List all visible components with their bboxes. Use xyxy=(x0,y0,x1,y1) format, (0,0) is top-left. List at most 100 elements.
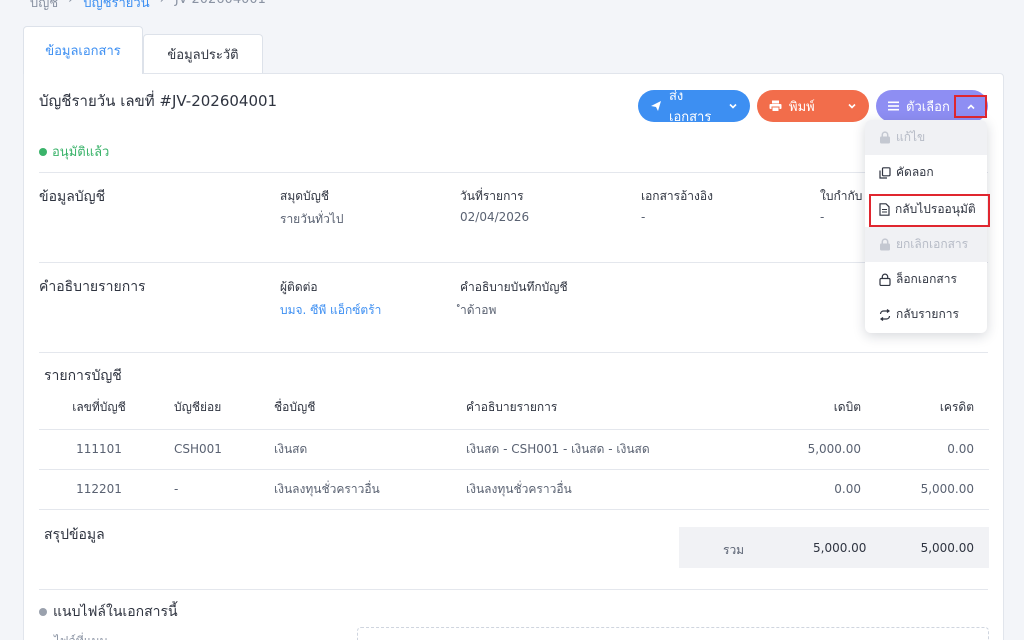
reference-label: เอกสารอ้างอิง xyxy=(641,189,713,203)
credit-cell: 5,000.00 xyxy=(861,469,989,510)
account-name-cell: เงินลงทุนชั่วคราวอื่น xyxy=(274,469,466,510)
column-header: เครดิต xyxy=(861,387,989,430)
menu-item-cancel-document: ยกเลิกเอกสาร xyxy=(865,227,987,262)
column-header: ชื่อบัญชี xyxy=(274,387,466,430)
tax-invoice-label: ใบกำกับ xyxy=(820,189,863,203)
menu-item-label: ล็อกเอกสาร xyxy=(896,272,957,286)
ledger-table: เลขที่บัญชี บัญชีย่อย ชื่อบัญชี คำอธิบาย… xyxy=(39,387,989,510)
divider xyxy=(39,352,988,353)
document-icon xyxy=(879,203,890,216)
journal-value: รายวันทั่วไป xyxy=(280,212,344,226)
breadcrumb-separator: › xyxy=(68,0,73,13)
reference-value: - xyxy=(641,210,646,224)
column-header: เดบิต xyxy=(736,387,861,430)
menu-item-label: แก้ไข xyxy=(896,130,926,144)
chevron-up-icon xyxy=(966,103,975,109)
menu-item-label: กลับไปรออนุมัติ xyxy=(895,202,976,216)
page-title: บัญชีรายวัน เลขที่ #JV-202604001 xyxy=(39,92,278,110)
divider xyxy=(39,262,988,263)
description-heading: คำอธิบายรายการ xyxy=(39,279,146,295)
menu-item-label: คัดลอก xyxy=(896,165,934,179)
divider xyxy=(39,172,988,173)
sub-account-cell: CSH001 xyxy=(159,429,274,470)
breadcrumb-separator: › xyxy=(160,0,165,13)
reverse-icon xyxy=(879,308,891,321)
status-badge: อนุมัติแล้ว xyxy=(39,141,109,162)
send-icon xyxy=(651,101,661,111)
printer-icon xyxy=(769,100,782,112)
column-header: เลขที่บัญชี xyxy=(39,387,159,430)
tab-document-info[interactable]: ข้อมูลเอกสาร xyxy=(23,26,143,74)
breadcrumb-item[interactable]: บัญชี xyxy=(30,0,58,13)
lock-icon xyxy=(880,238,890,251)
total-debit: 5,000.00 xyxy=(813,541,867,555)
journal-note-label: คำอธิบายบันทึกบัญชี xyxy=(460,280,568,294)
date-field: วันที่รายการ 02/04/2026 xyxy=(460,187,529,224)
tab-history[interactable]: ข้อมูลประวัติ xyxy=(143,34,263,74)
attachments-heading: แนบไฟล์ในเอกสารนี้ xyxy=(39,601,178,623)
debit-cell: 0.00 xyxy=(736,469,861,510)
menu-item-edit: แก้ไข xyxy=(865,120,987,155)
column-header: บัญชีย่อย xyxy=(159,387,274,430)
journal-note-value: ำด้าอพ xyxy=(460,303,497,317)
menu-item-return-to-pending[interactable]: กลับไปรออนุมัติ xyxy=(865,192,987,227)
print-button-label: พิมพ์ xyxy=(789,99,815,115)
padlock-outline-icon xyxy=(879,273,891,286)
contact-label: ผู้ติดต่อ xyxy=(280,280,318,294)
menu-item-reverse-entry[interactable]: กลับรายการ xyxy=(865,297,987,332)
chevron-down-icon xyxy=(729,103,737,109)
options-toggle-button[interactable] xyxy=(954,95,987,118)
options-dropdown-menu: แก้ไข คัดลอก กลับไปรออนุมัติ ยกเลิกเอกสา… xyxy=(865,120,987,333)
file-dropzone[interactable] xyxy=(357,627,989,640)
summary-heading: สรุปข้อมูล xyxy=(44,527,105,543)
journal-field: สมุดบัญชี รายวันทั่วไป xyxy=(280,187,343,229)
document-card: บัญชีรายวัน เลขที่ #JV-202604001 อนุมัติ… xyxy=(23,73,1004,640)
divider xyxy=(39,589,988,590)
date-label: วันที่รายการ xyxy=(460,189,524,203)
options-button-label: ตัวเลือก xyxy=(906,99,950,115)
copy-icon xyxy=(879,166,891,179)
date-value: 02/04/2026 xyxy=(460,210,530,224)
send-document-button[interactable]: ส่งเอกสาร xyxy=(638,89,750,125)
lock-icon xyxy=(880,131,890,144)
attachments-title: แนบไฟล์ในเอกสารนี้ xyxy=(53,604,178,620)
sub-account-cell: - xyxy=(159,469,274,510)
total-label: รวม xyxy=(723,543,745,557)
journal-label: สมุดบัญชี xyxy=(280,189,330,203)
account-info-heading: ข้อมูลบัญชี xyxy=(39,189,106,205)
menu-item-lock-document[interactable]: ล็อกเอกสาร xyxy=(865,262,987,297)
print-button[interactable]: พิมพ์ xyxy=(757,90,869,122)
breadcrumb: บัญชี › บัญชีรายวัน › JV-202604001 xyxy=(30,0,266,13)
summary-total-row: รวม 5,000.00 5,000.00 xyxy=(679,527,989,568)
menu-item-copy[interactable]: คัดลอก xyxy=(865,155,987,190)
table-header-row: เลขที่บัญชี บัญชีย่อย ชื่อบัญชี คำอธิบาย… xyxy=(39,387,989,430)
breadcrumb-item[interactable]: บัญชีรายวัน xyxy=(83,0,149,13)
account-number-cell: 112201 xyxy=(39,469,159,510)
table-row: 112201 - เงินลงทุนชั่วคราวอื่น เงินลงทุน… xyxy=(39,469,989,510)
description-cell: เงินลงทุนชั่วคราวอื่น xyxy=(466,469,736,510)
tax-invoice-field: ใบกำกับ - xyxy=(820,187,862,224)
chevron-down-icon xyxy=(848,103,856,109)
total-credit: 5,000.00 xyxy=(920,541,974,555)
send-button-label: ส่งเอกสาร xyxy=(669,89,712,125)
attachments-hint: ไฟล์ที่แนบ... xyxy=(54,632,119,640)
menu-item-label: กลับรายการ xyxy=(896,307,959,321)
menu-item-label: ยกเลิกเอกสาร xyxy=(896,237,969,251)
tax-invoice-value: - xyxy=(820,210,825,224)
reference-field: เอกสารอ้างอิง - xyxy=(641,187,713,224)
account-name-cell: เงินสด xyxy=(274,429,466,470)
status-dot-icon xyxy=(39,147,47,156)
breadcrumb-item: JV-202604001 xyxy=(175,0,266,13)
credit-cell: 0.00 xyxy=(861,429,989,470)
menu-lines-icon xyxy=(888,101,899,111)
account-number-cell: 111101 xyxy=(39,429,159,470)
contact-link[interactable]: บมจ. ซีพี แอ็กซ์ตร้า xyxy=(280,301,381,320)
journal-note-field: คำอธิบายบันทึกบัญชี ำด้าอพ xyxy=(460,278,568,320)
bullet-icon xyxy=(39,608,47,616)
status-label: อนุมัติแล้ว xyxy=(52,145,110,160)
contact-field: ผู้ติดต่อ บมจ. ซีพี แอ็กซ์ตร้า xyxy=(280,278,381,320)
description-cell: เงินสด - CSH001 - เงินสด - เงินสด xyxy=(466,429,736,470)
tab-bar: ข้อมูลเอกสาร ข้อมูลประวัติ xyxy=(23,26,263,74)
table-row: 111101 CSH001 เงินสด เงินสด - CSH001 - เ… xyxy=(39,429,989,470)
ledger-heading: รายการบัญชี xyxy=(44,368,122,384)
